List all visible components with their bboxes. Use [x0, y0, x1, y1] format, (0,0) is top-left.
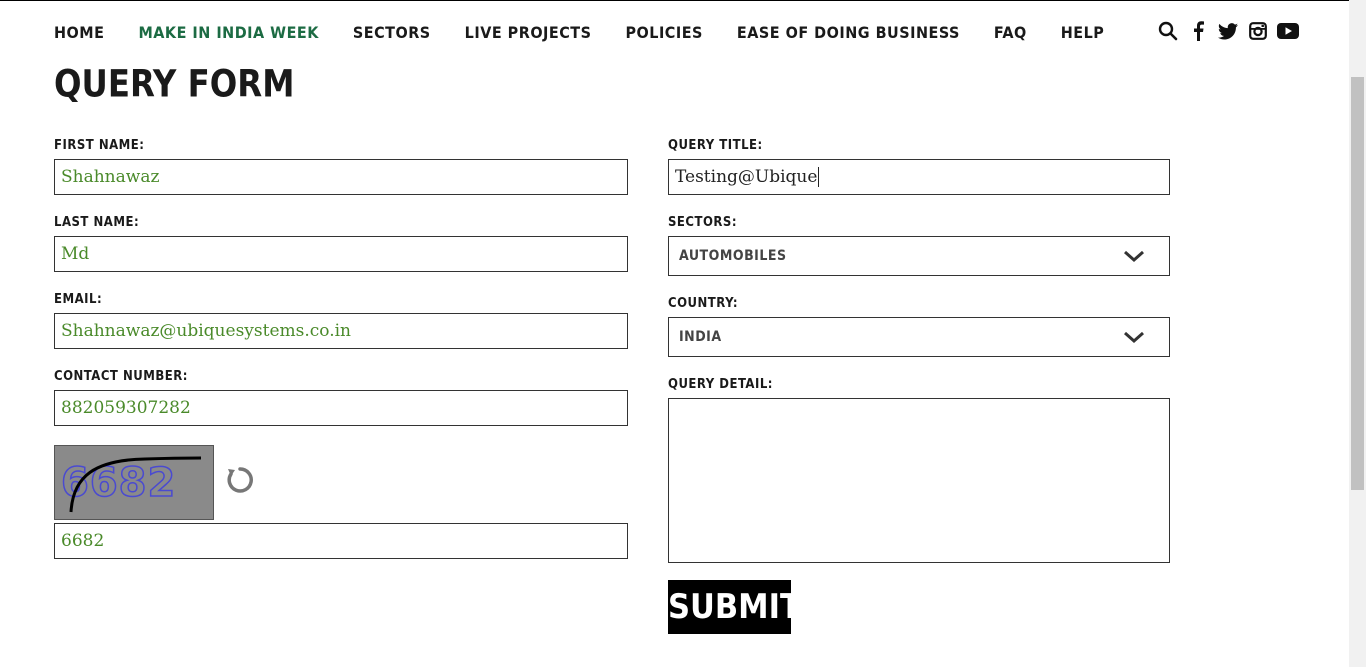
contact-number-value: 882059307282	[61, 398, 191, 418]
nav-home[interactable]: HOME	[54, 23, 104, 42]
sectors-label: SECTORS:	[668, 215, 738, 230]
youtube-icon[interactable]	[1277, 20, 1299, 42]
chevron-down-icon	[1123, 327, 1145, 351]
nav-ease-of-doing-business[interactable]: EASE OF DOING BUSINESS	[737, 23, 960, 42]
first-name-field[interactable]: Shahnawaz	[54, 159, 628, 195]
query-title-value: Testing@Ubique	[675, 167, 818, 187]
scrollbar-thumb[interactable]	[1351, 77, 1364, 490]
query-title-field[interactable]: Testing@Ubique	[668, 159, 1170, 195]
page-title: QUERY FORM	[54, 62, 295, 107]
submit-button[interactable]: SUBMIT	[668, 580, 801, 634]
query-title-label: QUERY TITLE:	[668, 138, 763, 153]
search-icon[interactable]	[1157, 20, 1179, 42]
contact-number-label: CONTACT NUMBER:	[54, 369, 188, 384]
nav-make-in-india-week[interactable]: MAKE IN INDIA WEEK	[138, 23, 318, 42]
first-name-label: FIRST NAME:	[54, 138, 145, 153]
country-label: COUNTRY:	[668, 296, 739, 311]
nav-faq[interactable]: FAQ	[994, 23, 1027, 42]
captcha-input-value: 6682	[61, 531, 105, 551]
email-value: Shahnawaz@ubiquesystems.co.in	[61, 321, 352, 341]
facebook-icon[interactable]	[1187, 20, 1209, 42]
email-label: EMAIL:	[54, 292, 103, 307]
text-cursor	[818, 167, 820, 187]
refresh-captcha-icon[interactable]	[226, 466, 254, 494]
chevron-down-icon	[1123, 246, 1145, 270]
captcha-image: 6682	[54, 445, 214, 520]
twitter-icon[interactable]	[1217, 20, 1239, 42]
top-border	[0, 0, 1366, 1]
last-name-value: Md	[61, 244, 90, 264]
contact-number-field[interactable]: 882059307282	[54, 390, 628, 426]
sectors-select[interactable]: AUTOMOBILES	[668, 236, 1170, 276]
query-detail-textarea[interactable]	[668, 398, 1170, 563]
last-name-label: LAST NAME:	[54, 215, 140, 230]
main-nav: HOME MAKE IN INDIA WEEK SECTORS LIVE PRO…	[54, 20, 1138, 44]
social-icons	[1157, 20, 1307, 42]
last-name-field[interactable]: Md	[54, 236, 628, 272]
nav-live-projects[interactable]: LIVE PROJECTS	[465, 23, 592, 42]
instagram-icon[interactable]	[1247, 20, 1269, 42]
sectors-selected-value: AUTOMOBILES	[679, 248, 787, 264]
first-name-value: Shahnawaz	[61, 167, 160, 187]
captcha-input[interactable]: 6682	[54, 523, 628, 559]
email-field[interactable]: Shahnawaz@ubiquesystems.co.in	[54, 313, 628, 349]
query-detail-label: QUERY DETAIL:	[668, 377, 773, 392]
page-scrollbar[interactable]	[1349, 0, 1366, 667]
country-select[interactable]: INDIA	[668, 317, 1170, 357]
captcha-noise-line	[69, 456, 202, 513]
nav-policies[interactable]: POLICIES	[625, 23, 702, 42]
nav-sectors[interactable]: SECTORS	[353, 23, 431, 42]
country-selected-value: INDIA	[679, 329, 722, 345]
nav-help[interactable]: HELP	[1061, 23, 1105, 42]
